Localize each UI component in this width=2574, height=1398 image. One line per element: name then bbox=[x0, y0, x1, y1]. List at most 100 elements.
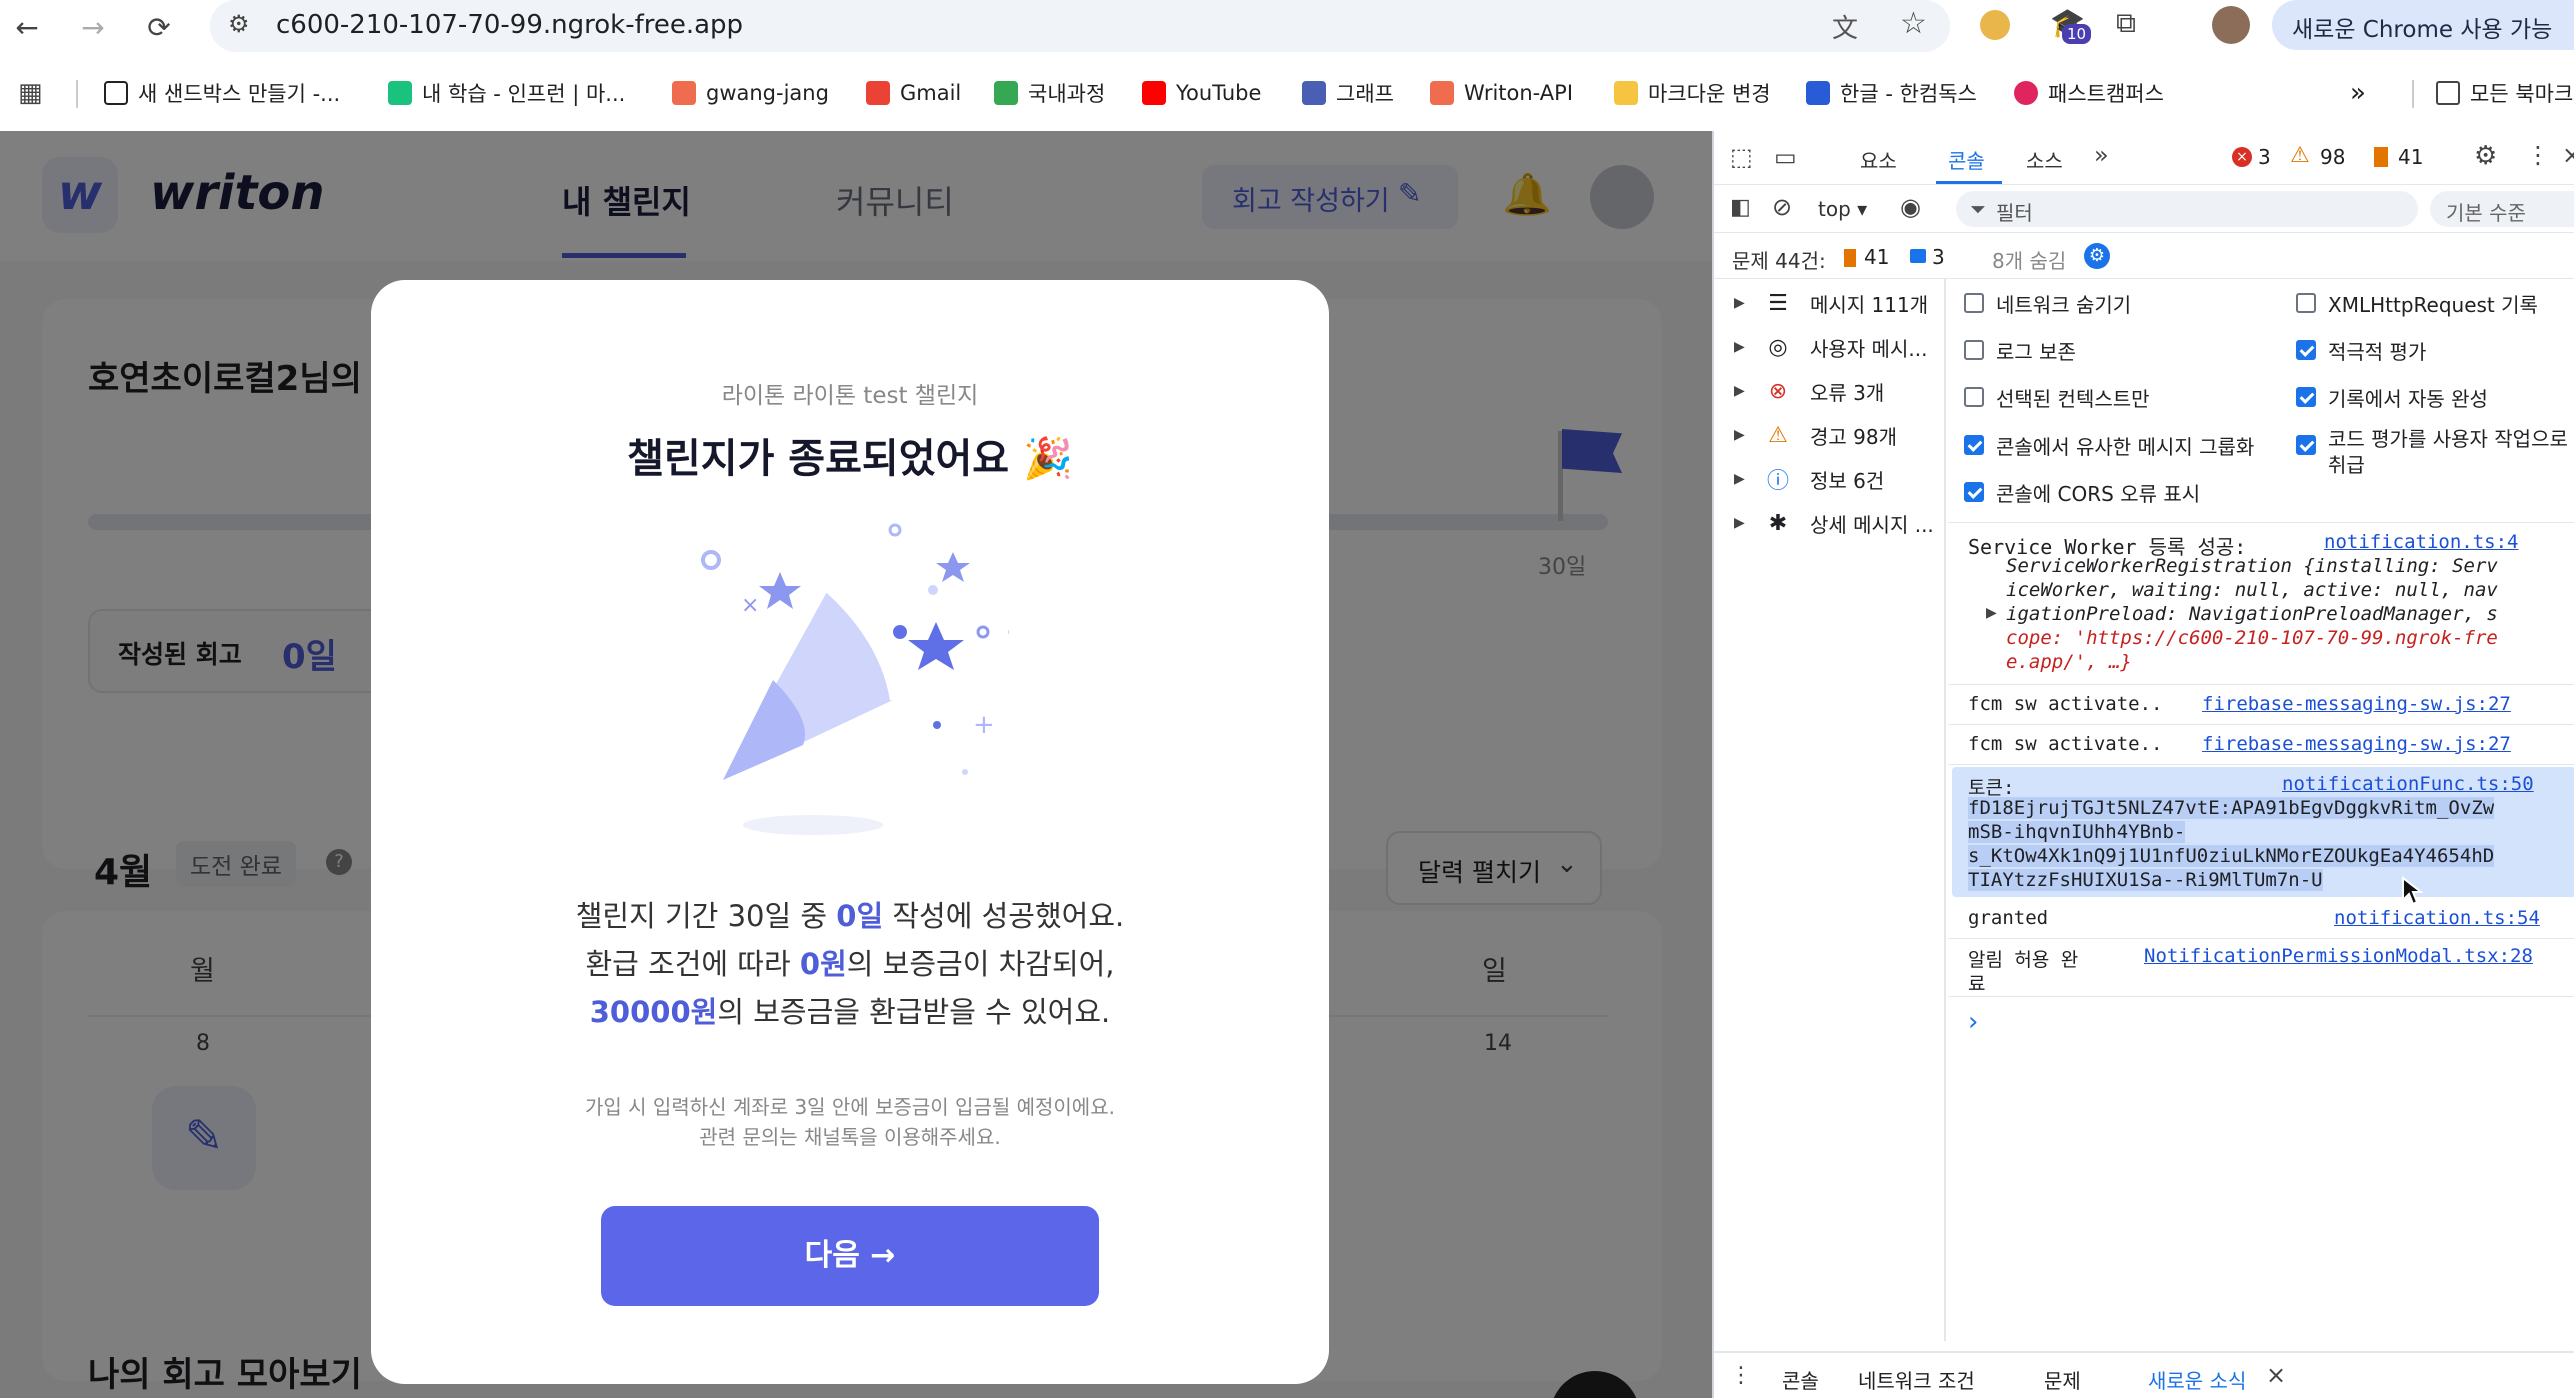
drawer-tab-network-conditions[interactable]: 네트워크 조건 bbox=[1858, 1365, 1975, 1394]
checkbox-hide-network[interactable] bbox=[1964, 293, 1984, 313]
checkbox-user-activation[interactable] bbox=[2296, 435, 2316, 455]
checkbox-cors-errors[interactable] bbox=[1964, 482, 1984, 502]
course-icon bbox=[994, 81, 1018, 105]
close-icon[interactable]: × bbox=[2562, 141, 2574, 169]
tab-elements[interactable]: 요소 bbox=[1860, 145, 1897, 174]
console-prompt[interactable]: › bbox=[1968, 1007, 1978, 1037]
text: 환급 조건에 따라 bbox=[585, 947, 800, 981]
drawer-tab-console[interactable]: 콘솔 bbox=[1782, 1365, 1819, 1394]
address-bar[interactable]: ⚙ c600-210-107-70-99.ngrok-free.app 文 ☆ bbox=[210, 0, 1950, 52]
bookmark-item[interactable]: 패스트캠퍼스 bbox=[2014, 76, 2164, 110]
hidden-count: 8개 숨김 bbox=[1992, 249, 2067, 273]
checkbox-eager-eval[interactable] bbox=[2296, 340, 2316, 360]
next-button[interactable]: 다음 → bbox=[601, 1206, 1099, 1306]
context-select[interactable]: top ▾ bbox=[1818, 197, 1867, 221]
sidebar-toggle-icon[interactable]: ◧ bbox=[1730, 195, 1751, 220]
log-level-select[interactable]: 기본 수준 bbox=[2430, 191, 2574, 227]
log-source-link[interactable]: firebase-messaging-sw.js:27 bbox=[2202, 693, 2511, 715]
log-entry[interactable]: fcm sw activate.. firebase-messaging-sw.… bbox=[1948, 685, 2574, 725]
bookmark-label: 내 학습 - 인프런 | 마... bbox=[422, 82, 626, 106]
more-bookmarks-icon[interactable]: » bbox=[2350, 76, 2366, 110]
sidebar-item-user[interactable]: ▶ ◎ 사용자 메시... bbox=[1734, 329, 1927, 365]
highlight: 0원 bbox=[799, 947, 847, 981]
clear-console-icon[interactable]: ⊘ bbox=[1772, 193, 1792, 221]
close-icon[interactable]: × bbox=[2266, 1361, 2286, 1389]
translate-icon[interactable]: 文 bbox=[1832, 8, 1858, 45]
chrome-update-button[interactable]: 새로운 Chrome 사용 가능 bbox=[2272, 0, 2574, 50]
issue-count[interactable]: 41 bbox=[2398, 145, 2423, 169]
extension-icon[interactable] bbox=[1980, 10, 2010, 40]
bookmark-item[interactable]: 한글 - 한컴독스 bbox=[1806, 76, 1977, 110]
sidebar-item-verbose[interactable]: ▶ ✱ 상세 메시지 ... bbox=[1734, 505, 1934, 541]
issues-count-a[interactable]: 41 bbox=[1864, 245, 1889, 269]
user-icon: ◎ bbox=[1768, 334, 1788, 360]
drawer-tab-issues[interactable]: 문제 bbox=[2044, 1365, 2081, 1394]
issues-settings-icon[interactable]: ⚙ bbox=[2084, 243, 2110, 269]
error-count[interactable]: 3 bbox=[2258, 145, 2271, 169]
settings-gear-icon[interactable]: ⚙ bbox=[2474, 141, 2497, 171]
log-source-link[interactable]: notification.ts:4 bbox=[2324, 531, 2518, 553]
bookmark-item[interactable]: gwang-jang bbox=[672, 76, 829, 110]
sidebar-item-errors[interactable]: ▶ ⊗ 오류 3개 bbox=[1734, 373, 1884, 409]
filter-input[interactable]: ⏷ 필터 bbox=[1956, 191, 2418, 227]
log-source-link[interactable]: NotificationPermissionModal.tsx:28 bbox=[2144, 945, 2533, 967]
sidebar-item-warnings[interactable]: ▶ ⚠ 경고 98개 bbox=[1734, 417, 1897, 453]
site-info-icon[interactable]: ⚙ bbox=[228, 10, 250, 38]
modal-subtitle: 라이톤 라이톤 test 챌린지 bbox=[721, 383, 979, 409]
bookmark-item[interactable]: 새 샌드박스 만들기 -... bbox=[104, 76, 340, 110]
bookmark-item[interactable]: 그래프 bbox=[1302, 76, 1394, 110]
checkbox-preserve-log[interactable] bbox=[1964, 340, 1984, 360]
tab-console[interactable]: 콘솔 bbox=[1948, 145, 1985, 174]
checkbox-group-similar[interactable] bbox=[1964, 435, 1984, 455]
drawer-menu-icon[interactable]: ⋮ bbox=[1730, 1363, 1752, 1388]
eye-icon[interactable]: ◉ bbox=[1900, 193, 1921, 221]
more-tabs-icon[interactable]: » bbox=[2094, 141, 2109, 169]
forward-icon[interactable]: → bbox=[74, 8, 112, 46]
folder-icon bbox=[2436, 81, 2460, 105]
log-source-link[interactable]: firebase-messaging-sw.js:27 bbox=[2202, 733, 2511, 755]
log-entry[interactable]: 알림 허용 완 료 NotificationPermissionModal.ts… bbox=[1948, 939, 2574, 997]
back-icon[interactable]: ← bbox=[8, 8, 46, 46]
bookmark-item[interactable]: 국내과정 bbox=[994, 76, 1105, 110]
expand-object-icon[interactable]: ▶ bbox=[1986, 605, 1997, 621]
sidebar-item-info[interactable]: ▶ ⓘ 정보 6건 bbox=[1734, 461, 1884, 497]
log-entry[interactable]: Service Worker 등록 성공: notification.ts:4 … bbox=[1948, 523, 2574, 685]
apps-grid-icon[interactable]: ▦ bbox=[18, 78, 43, 108]
more-menu-icon[interactable]: ⋮ bbox=[2526, 141, 2550, 169]
tab-sources[interactable]: 소스 bbox=[2026, 145, 2063, 174]
bookmark-star-icon[interactable]: ☆ bbox=[1900, 6, 1927, 41]
token-line: TIAYtzzFsHUIXU1Sa--Ri9MlTUm7n-U bbox=[1968, 869, 2323, 891]
warning-count[interactable]: 98 bbox=[2320, 145, 2345, 169]
sidebar-item-messages[interactable]: ▶ ☰ 메시지 111개 bbox=[1734, 285, 1928, 321]
log-source-link[interactable]: notification.ts:54 bbox=[2334, 907, 2540, 929]
text: 의 보증금을 환급받을 수 있어요. bbox=[717, 995, 1111, 1029]
bookmark-label: Writon-API bbox=[1464, 81, 1574, 105]
log-entry[interactable]: fcm sw activate.. firebase-messaging-sw.… bbox=[1948, 725, 2574, 765]
bookmark-item[interactable]: Gmail bbox=[866, 76, 961, 110]
issues-count-b[interactable]: 3 bbox=[1932, 245, 1945, 269]
inspect-icon[interactable]: ⬚ bbox=[1730, 143, 1753, 171]
all-bookmarks-button[interactable]: 모든 북마크 bbox=[2436, 76, 2573, 110]
checkbox-xhr-log[interactable] bbox=[2296, 293, 2316, 313]
log-entry-selected[interactable]: 토큰: notificationFunc.ts:50 fD18EjrujTGJt… bbox=[1952, 767, 2574, 897]
drawer-tab-whats-new[interactable]: 새로운 소식 bbox=[2148, 1365, 2246, 1394]
filter-icon: ⏷ bbox=[1970, 197, 1986, 221]
reload-icon[interactable]: ⟳ bbox=[140, 8, 178, 46]
fastcampus-icon bbox=[2014, 81, 2038, 105]
bookmark-item[interactable]: 내 학습 - 인프런 | 마... bbox=[388, 76, 625, 110]
devtools-panel: ⬚ ▭ 요소 콘솔 소스 » × 3 ⚠ 98 41 ⚙ ⋮ × ◧ ⊘ top… bbox=[1712, 131, 2574, 1398]
checkbox-autocomplete[interactable] bbox=[2296, 387, 2316, 407]
checkbox-selected-context[interactable] bbox=[1964, 387, 1984, 407]
expand-icon: ▶ bbox=[1734, 295, 1745, 311]
mouse-cursor-icon bbox=[2402, 876, 2423, 906]
result-line-1: 챌린지 기간 30일 중 0일 작성에 성공했어요. bbox=[371, 892, 1329, 940]
puzzle-icon[interactable]: ⧉ bbox=[2116, 6, 2136, 40]
avatar[interactable] bbox=[2212, 6, 2250, 44]
bookmark-item[interactable]: YouTube bbox=[1142, 76, 1261, 110]
device-toolbar-icon[interactable]: ▭ bbox=[1774, 143, 1797, 171]
bookmark-item[interactable]: Writon-API bbox=[1430, 76, 1573, 110]
console-toolbar: ◧ ⊘ top ▾ ◉ ⏷ 필터 기본 수준 bbox=[1714, 185, 2574, 233]
log-entry[interactable]: granted notification.ts:54 bbox=[1948, 899, 2574, 939]
log-source-link[interactable]: notificationFunc.ts:50 bbox=[2282, 773, 2534, 795]
bookmark-item[interactable]: 마크다운 변경 bbox=[1614, 76, 1771, 110]
